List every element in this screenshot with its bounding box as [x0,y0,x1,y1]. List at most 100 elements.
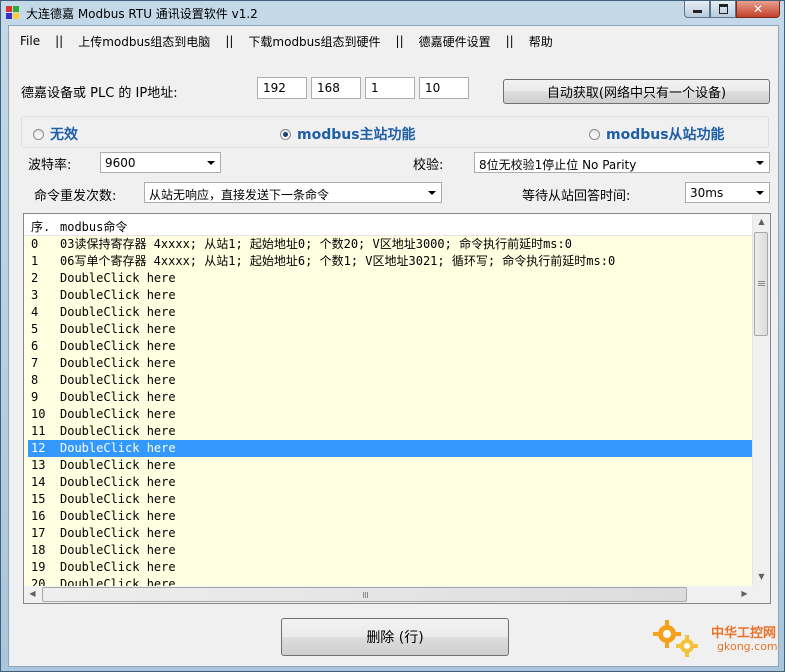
close-button[interactable]: ✕ [736,1,780,18]
list-item[interactable]: 3 DoubleClick here [28,287,753,304]
list-item[interactable]: 15 DoubleClick here [28,491,753,508]
vertical-scrollbar[interactable]: ▲ ▼ [752,214,770,586]
row-index: 2 [31,271,39,285]
scroll-down-icon[interactable]: ▼ [753,572,770,581]
chevron-down-icon [428,191,436,195]
menu-separator: || [395,34,404,48]
list-item[interactable]: 5 DoubleClick here [28,321,753,338]
app-window: 大连德嘉 Modbus RTU 通讯设置软件 v1.2 ✕ File || 上传… [0,0,785,672]
scroll-left-icon[interactable]: ◀ [24,589,41,598]
menu-file[interactable]: File [9,34,51,48]
list-header: 序. modbus命令 [24,214,753,236]
row-index: 12 [31,441,46,455]
column-header-index[interactable]: 序. [31,218,50,235]
row-index: 15 [31,492,46,506]
row-command: DoubleClick here [60,305,176,319]
vertical-scroll-thumb[interactable] [754,232,768,336]
menu-help[interactable]: 帮助 [518,33,564,50]
retry-select[interactable]: 从站无响应，直接发送下一条命令 [144,182,442,203]
row-command: DoubleClick here [60,492,176,506]
list-item[interactable]: 11 DoubleClick here [28,423,753,440]
chevron-down-icon [756,191,764,195]
auto-detect-button[interactable]: 自动获取(网络中只有一个设备) [503,79,770,104]
row-command: DoubleClick here [60,356,176,370]
app-icon[interactable] [6,6,20,20]
mode-group: 无效 modbus主站功能 modbus从站功能 [21,116,769,148]
list-item[interactable]: 17 DoubleClick here [28,525,753,542]
menu-download-config[interactable]: 下载modbus组态到硬件 [237,33,391,50]
list-item[interactable]: 19 DoubleClick here [28,559,753,576]
list-item[interactable]: 16 DoubleClick here [28,508,753,525]
list-item[interactable]: 2 DoubleClick here [28,270,753,287]
radio-label: 无效 [50,127,78,143]
list-item[interactable]: 8 DoubleClick here [28,372,753,389]
list-item[interactable]: 13 DoubleClick here [28,457,753,474]
baud-value: 9600 [105,156,136,170]
radio-master[interactable]: modbus主站功能 [280,124,416,144]
radio-circle-checked [280,128,291,140]
list-item[interactable]: 7 DoubleClick here [28,355,753,372]
list-item[interactable]: 1 06写单个寄存器 4xxxx; 从站1; 起始地址6; 个数1; V区地址30… [28,253,753,270]
watermark-site: gkong.com [717,640,778,653]
list-item[interactable]: 20 DoubleClick here [28,576,753,586]
row-command: DoubleClick here [60,526,176,540]
list-item[interactable]: 12 DoubleClick here [28,440,753,457]
list-item[interactable]: 4 DoubleClick here [28,304,753,321]
list-item[interactable]: 18 DoubleClick here [28,542,753,559]
radio-disabled[interactable]: 无效 [33,124,78,144]
radio-circle [589,128,600,140]
baud-select[interactable]: 9600 [100,152,221,173]
menu-hardware-settings[interactable]: 德嘉硬件设置 [408,33,502,50]
row-index: 16 [31,509,46,523]
radio-circle [33,128,44,140]
row-index: 9 [31,390,39,404]
row-command: 06写单个寄存器 4xxxx; 从站1; 起始地址6; 个数1; V区地址302… [60,254,616,268]
minimize-button[interactable] [684,1,710,18]
parity-select[interactable]: 8位无校验1停止位 No Parity [474,152,770,173]
radio-label: modbus从站功能 [606,127,725,143]
ip-octet-2[interactable]: 168 [311,77,361,99]
list-item[interactable]: 9 DoubleClick here [28,389,753,406]
list-item[interactable]: 0 03读保持寄存器 4xxxx; 从站1; 起始地址0; 个数20; V区地址3… [28,236,753,253]
row-command: DoubleClick here [60,475,176,489]
ip-octet-3[interactable]: 1 [365,77,415,99]
column-header-command[interactable]: modbus命令 [60,218,127,235]
watermark-brand: 中华工控网 [711,626,777,641]
close-icon: ✕ [752,2,764,16]
radio-label: modbus主站功能 [297,127,416,143]
horizontal-scroll-thumb[interactable] [42,587,687,602]
menu-upload-config[interactable]: 上传modbus组态到电脑 [67,33,221,50]
command-list[interactable]: 序. modbus命令 0 03读保持寄存器 4xxxx; 从站1; 起始地址0;… [23,213,771,604]
row-command: DoubleClick here [60,424,176,438]
window-title: 大连德嘉 Modbus RTU 通讯设置软件 v1.2 [26,7,258,21]
list-item[interactable]: 14 DoubleClick here [28,474,753,491]
row-index: 0 [31,237,39,251]
list-item[interactable]: 10 DoubleClick here [28,406,753,423]
row-index: 1 [31,254,39,268]
delete-row-button[interactable]: 删除 (行) [281,618,509,656]
row-command: DoubleClick here [60,543,176,557]
ip-octet-4[interactable]: 10 [419,77,469,99]
row-command: DoubleClick here [60,322,176,336]
row-index: 17 [31,526,46,540]
maximize-button[interactable] [710,1,736,18]
row-index: 13 [31,458,46,472]
retry-value: 从站无响应，直接发送下一条命令 [149,188,330,202]
row-index: 10 [31,407,46,421]
row-index: 19 [31,560,46,574]
horizontal-scrollbar[interactable]: ◀ ▶ [24,586,753,603]
row-command: DoubleClick here [60,458,176,472]
row-command: DoubleClick here [60,441,176,455]
scroll-right-icon[interactable]: ▶ [736,589,753,598]
row-index: 18 [31,543,46,557]
wait-select[interactable]: 30ms [685,182,770,203]
scroll-up-icon[interactable]: ▲ [753,217,770,226]
list-item[interactable]: 6 DoubleClick here [28,338,753,355]
title-bar[interactable]: 大连德嘉 Modbus RTU 通讯设置软件 v1.2 ✕ [1,1,784,25]
radio-slave[interactable]: modbus从站功能 [589,124,725,144]
minimize-icon [692,10,702,13]
ip-octet-1[interactable]: 192 [257,77,307,99]
row-command: DoubleClick here [60,577,176,586]
row-index: 5 [31,322,39,336]
row-command: DoubleClick here [60,271,176,285]
